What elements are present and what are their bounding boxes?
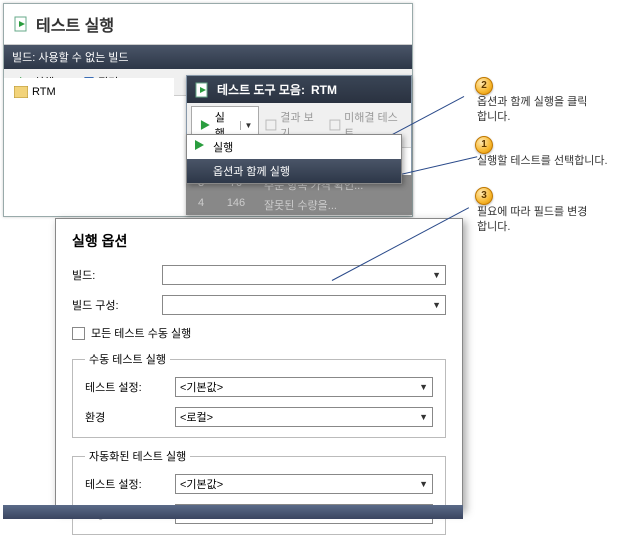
combo-value: <기본값>	[180, 476, 223, 492]
table-row[interactable]: 4 146 잘못된 수량을...	[186, 195, 412, 215]
play-icon	[192, 138, 206, 152]
chevron-down-icon: ▼	[419, 412, 428, 422]
callout-2-text: 옵션과 함께 실행을 클릭합니다.	[477, 96, 587, 123]
build-combo[interactable]: ▼	[162, 265, 446, 285]
main-header: 테스트 실행	[4, 4, 412, 45]
menu-item-run[interactable]: 실행	[187, 135, 401, 159]
chevron-down-icon: ▼	[419, 479, 428, 489]
badge-1-icon: 1	[475, 136, 493, 154]
badge-3-icon: 3	[475, 187, 493, 205]
panel-header-prefix: 테스트 도구 모음:	[217, 81, 305, 98]
menu-item-label: 실행	[213, 142, 233, 154]
callout-1: 1 실행할 테스트를 선택합니다.	[477, 154, 608, 169]
auto-test-settings-combo[interactable]: <기본값> ▼	[175, 474, 433, 494]
combo-value: <기본값>	[180, 379, 223, 395]
cell-desc: 잘못된 수량을...	[256, 197, 412, 213]
tree-item-label: RTM	[32, 86, 56, 98]
callout-1-text: 실행할 테스트를 선택합니다.	[477, 155, 608, 167]
build-config-label: 빌드 구성:	[72, 297, 162, 313]
list-icon	[329, 119, 341, 131]
menu-item-label: 옵션과 함께 실행	[213, 166, 290, 178]
manual-test-settings-combo[interactable]: <기본값> ▼	[175, 377, 433, 397]
suite-icon	[14, 86, 28, 98]
manual-env-combo[interactable]: <로컬> ▼	[175, 407, 433, 427]
manual-all-label: 모든 테스트 수동 실행	[91, 325, 191, 341]
test-run-icon	[14, 16, 30, 32]
run-dropdown-menu: 실행 옵션과 함께 실행	[186, 134, 402, 184]
build-label: 빌드:	[72, 267, 162, 283]
callout-3: 3 필요에 따라 필드를 변경합니다.	[477, 205, 597, 235]
chevron-down-icon: ▼	[240, 121, 253, 130]
fieldset-manual-legend: 수동 테스트 실행	[85, 351, 170, 367]
main-title: 테스트 실행	[36, 12, 114, 36]
fieldset-manual: 수동 테스트 실행 테스트 설정: <기본값> ▼ 환경 <로컬> ▼	[72, 351, 446, 438]
badge-2-icon: 2	[475, 77, 493, 95]
chevron-down-icon: ▼	[419, 382, 428, 392]
combo-value: <로컬>	[180, 409, 213, 425]
bottom-accent-bar	[3, 505, 463, 519]
sidebar-tree: RTM	[4, 78, 174, 216]
cell-index: 4	[186, 197, 216, 213]
menu-item-run-with-options[interactable]: 옵션과 함께 실행	[187, 159, 401, 183]
manual-all-checkbox[interactable]	[72, 327, 85, 340]
tree-item-rtm[interactable]: RTM	[10, 84, 168, 100]
build-status-bar: 빌드: 사용할 수 없는 빌드	[4, 45, 412, 69]
callout-2: 2 옵션과 함께 실행을 클릭합니다.	[477, 95, 597, 125]
suite-icon	[195, 82, 211, 98]
chevron-down-icon: ▼	[432, 300, 441, 310]
results-icon	[265, 119, 277, 131]
build-status-label: 빌드: 사용할 수 없는 빌드	[12, 52, 128, 64]
test-settings-label: 테스트 설정:	[85, 379, 175, 395]
cell-id: 146	[216, 197, 256, 213]
chevron-down-icon: ▼	[432, 270, 441, 280]
play-icon	[198, 118, 212, 132]
test-settings-label: 테스트 설정:	[85, 476, 175, 492]
callout-3-text: 필요에 따라 필드를 변경합니다.	[477, 206, 587, 233]
build-config-combo[interactable]: ▼	[162, 295, 446, 315]
fieldset-auto-legend: 자동화된 테스트 실행	[85, 448, 190, 464]
run-options-dialog: 실행 옵션 빌드: ▼ 빌드 구성: ▼ 모든 테스트 수동 실행 수동 테스트…	[55, 218, 463, 510]
panel-header: 테스트 도구 모음: RTM	[187, 76, 411, 103]
env-label: 환경	[85, 409, 175, 425]
panel-header-name: RTM	[311, 83, 337, 97]
